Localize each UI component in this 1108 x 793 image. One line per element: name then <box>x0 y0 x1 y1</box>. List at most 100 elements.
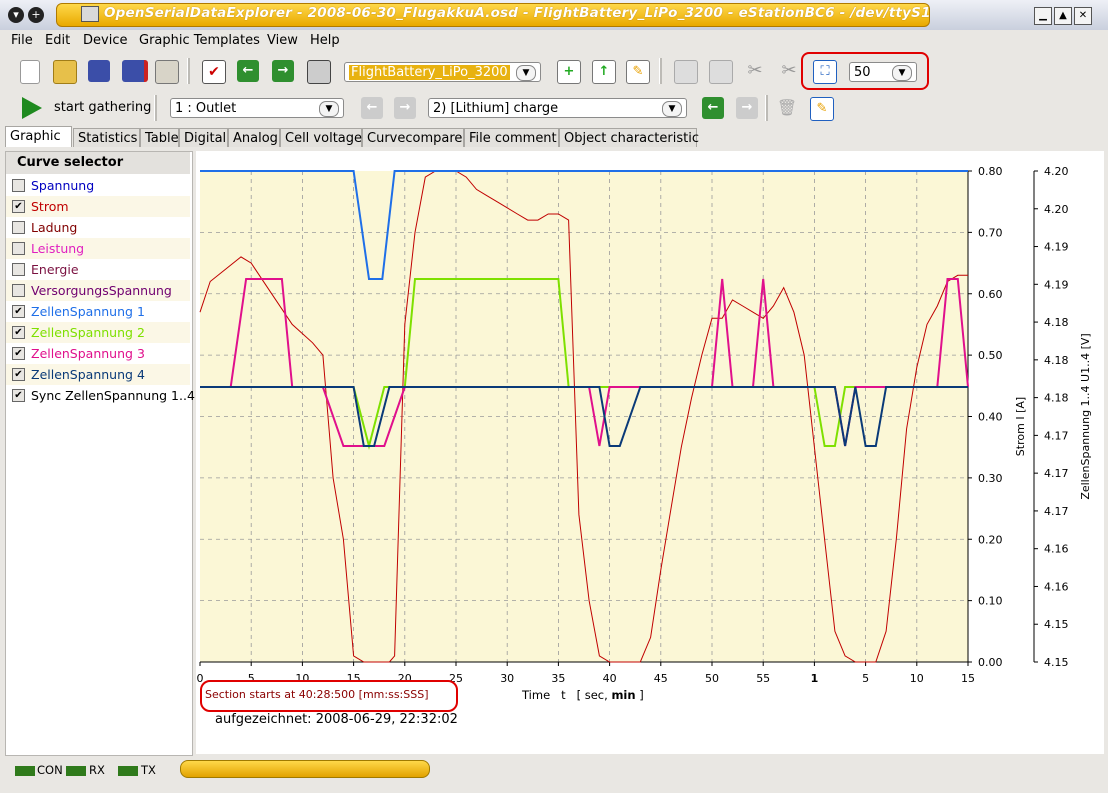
curve-checkbox[interactable]: ✔ <box>12 368 25 381</box>
add-template-icon[interactable]: + <box>557 60 581 84</box>
edit-template-icon[interactable]: ✎ <box>626 60 650 84</box>
menu-file[interactable]: File <box>11 33 33 48</box>
tab-digital[interactable]: Digital <box>179 128 228 147</box>
menu-view[interactable]: View <box>267 33 298 48</box>
curve-checkbox[interactable]: ✔ <box>12 305 25 318</box>
window-menu-icon[interactable]: ▾ <box>8 7 24 23</box>
close-icon[interactable]: ✕ <box>1074 7 1092 25</box>
curve-checkbox[interactable] <box>12 221 25 234</box>
x-tick-label: 1 <box>811 672 819 685</box>
tab-cell-voltage[interactable]: Cell voltage <box>280 128 362 147</box>
curve-item[interactable]: Leistung <box>6 238 190 259</box>
x-axis-label-end: ] <box>635 688 644 702</box>
next-record-icon[interactable]: → <box>736 97 758 119</box>
menu-device[interactable]: Device <box>83 33 127 48</box>
template-select-value: FlightBattery_LiPo_3200 <box>349 65 510 80</box>
curve-item[interactable]: ✔ ZellenSpannung 2 <box>6 322 190 343</box>
curve-label: ZellenSpannung 3 <box>31 346 145 361</box>
template-select[interactable]: FlightBattery_LiPo_3200 ▼ <box>344 62 541 82</box>
x-tick-label: 15 <box>961 672 975 685</box>
zoom-select[interactable]: 50 ▼ <box>849 62 917 82</box>
y1-tick-label: 0.80 <box>978 165 1003 178</box>
delete-record-icon[interactable]: 🗑 <box>776 97 798 119</box>
tx-label: TX <box>141 763 156 777</box>
previous-device-icon[interactable]: ← <box>237 60 259 82</box>
status-bar <box>0 758 1108 782</box>
open-folder-icon[interactable] <box>53 60 77 84</box>
menu-help[interactable]: Help <box>310 33 340 48</box>
curve-checkbox[interactable] <box>12 242 25 255</box>
curve-label: Leistung <box>31 241 85 256</box>
chart[interactable]: 0 5 10 15 20 25 30 35 40 45 50 55 1 5 10 150.800.700.60… <box>196 151 1104 754</box>
x-tick-label: 35 <box>551 672 565 685</box>
tab-table[interactable]: Table <box>140 128 179 147</box>
curve-checkbox[interactable]: ✔ <box>12 200 25 213</box>
curve-item[interactable]: VersorgungsSpannung <box>6 280 190 301</box>
previous-record-icon[interactable]: ← <box>702 97 724 119</box>
curve-item[interactable]: ✔ Sync ZellenSpannung 1..4 <box>6 385 195 406</box>
print-icon[interactable] <box>155 60 179 84</box>
curve-item[interactable]: ✔ ZellenSpannung 1 <box>6 301 190 322</box>
y1-tick-label: 0.30 <box>978 472 1003 485</box>
export-template-icon[interactable]: ↑ <box>592 60 616 84</box>
start-gathering-button[interactable]: start gathering <box>54 100 151 115</box>
chevron-down-icon: ▼ <box>892 65 912 81</box>
fit-to-window-icon[interactable]: ⛶ <box>813 60 837 84</box>
record-select-value: 2) [Lithium] charge <box>433 101 559 116</box>
y2-tick-label: 4.16 <box>1044 580 1069 593</box>
maximize-icon[interactable]: ▲ <box>1054 7 1072 25</box>
next-outlet-icon[interactable]: → <box>394 97 416 119</box>
y2-tick-label: 4.19 <box>1044 241 1069 254</box>
curve-item[interactable]: Spannung <box>6 175 190 196</box>
curve-label: Ladung <box>31 220 78 235</box>
con-led-icon <box>15 766 35 776</box>
curve-checkbox[interactable] <box>12 179 25 192</box>
cut-right-icon[interactable]: ✂ <box>778 60 800 82</box>
curve-item[interactable]: ✔ ZellenSpannung 3 <box>6 343 190 364</box>
tab-analog[interactable]: Analog <box>228 128 280 147</box>
curve-checkbox[interactable]: ✔ <box>12 389 25 402</box>
tab-statistics[interactable]: Statistics <box>73 128 140 147</box>
tab-file-comment[interactable]: File comment <box>464 128 559 147</box>
minimize-icon[interactable]: ▁ <box>1034 7 1052 25</box>
y2-tick-label: 4.15 <box>1044 656 1069 669</box>
curve-label: ZellenSpannung 4 <box>31 367 145 382</box>
next-device-icon[interactable]: → <box>272 60 294 82</box>
curve-label: Strom <box>31 199 69 214</box>
cut-left-icon[interactable]: ✂ <box>744 60 766 82</box>
new-file-icon[interactable] <box>20 60 40 84</box>
save-icon[interactable] <box>88 60 110 82</box>
edit-record-icon[interactable]: ✎ <box>810 97 834 121</box>
outlet-select[interactable]: 1 : Outlet ▼ <box>170 98 344 118</box>
tab-graphic[interactable]: Graphic <box>5 126 72 147</box>
previous-outlet-icon[interactable]: ← <box>361 97 383 119</box>
curve-item[interactable]: ✔ Strom <box>6 196 190 217</box>
curve-checkbox[interactable]: ✔ <box>12 347 25 360</box>
pan-icon[interactable] <box>709 60 733 84</box>
curve-checkbox[interactable] <box>12 263 25 276</box>
curve-checkbox[interactable]: ✔ <box>12 326 25 339</box>
x-tick-label: 55 <box>756 672 770 685</box>
device-settings-icon[interactable] <box>307 60 331 84</box>
x-tick-label: 45 <box>654 672 668 685</box>
menu-graphic-templates[interactable]: Graphic Templates <box>139 33 260 48</box>
curve-item[interactable]: ✔ ZellenSpannung 4 <box>6 364 190 385</box>
curve-item[interactable]: Ladung <box>6 217 190 238</box>
record-select[interactable]: 2) [Lithium] charge ▼ <box>428 98 687 118</box>
save-as-icon[interactable] <box>122 60 148 82</box>
y2-tick-label: 4.17 <box>1044 505 1069 518</box>
start-gathering-icon[interactable] <box>22 97 42 119</box>
checklist-icon[interactable]: ✔ <box>202 60 226 84</box>
y1-tick-label: 0.00 <box>978 656 1003 669</box>
y1-axis-label: Strom I [A] <box>1014 397 1027 456</box>
curve-label: Sync ZellenSpannung 1..4 <box>31 388 195 403</box>
y2-axis-label: ZellenSpannung 1..4 U1..4 [V] <box>1079 333 1092 499</box>
zoom-icon[interactable] <box>674 60 698 84</box>
menu-edit[interactable]: Edit <box>45 33 70 48</box>
window-pin-icon[interactable]: + <box>28 7 44 23</box>
tab-curvecompare[interactable]: Curvecompare <box>362 128 464 147</box>
tab-object-characteristic[interactable]: Object characteristic <box>559 128 699 147</box>
y2-tick-label: 4.16 <box>1044 543 1069 556</box>
curve-checkbox[interactable] <box>12 284 25 297</box>
curve-item[interactable]: Energie <box>6 259 190 280</box>
